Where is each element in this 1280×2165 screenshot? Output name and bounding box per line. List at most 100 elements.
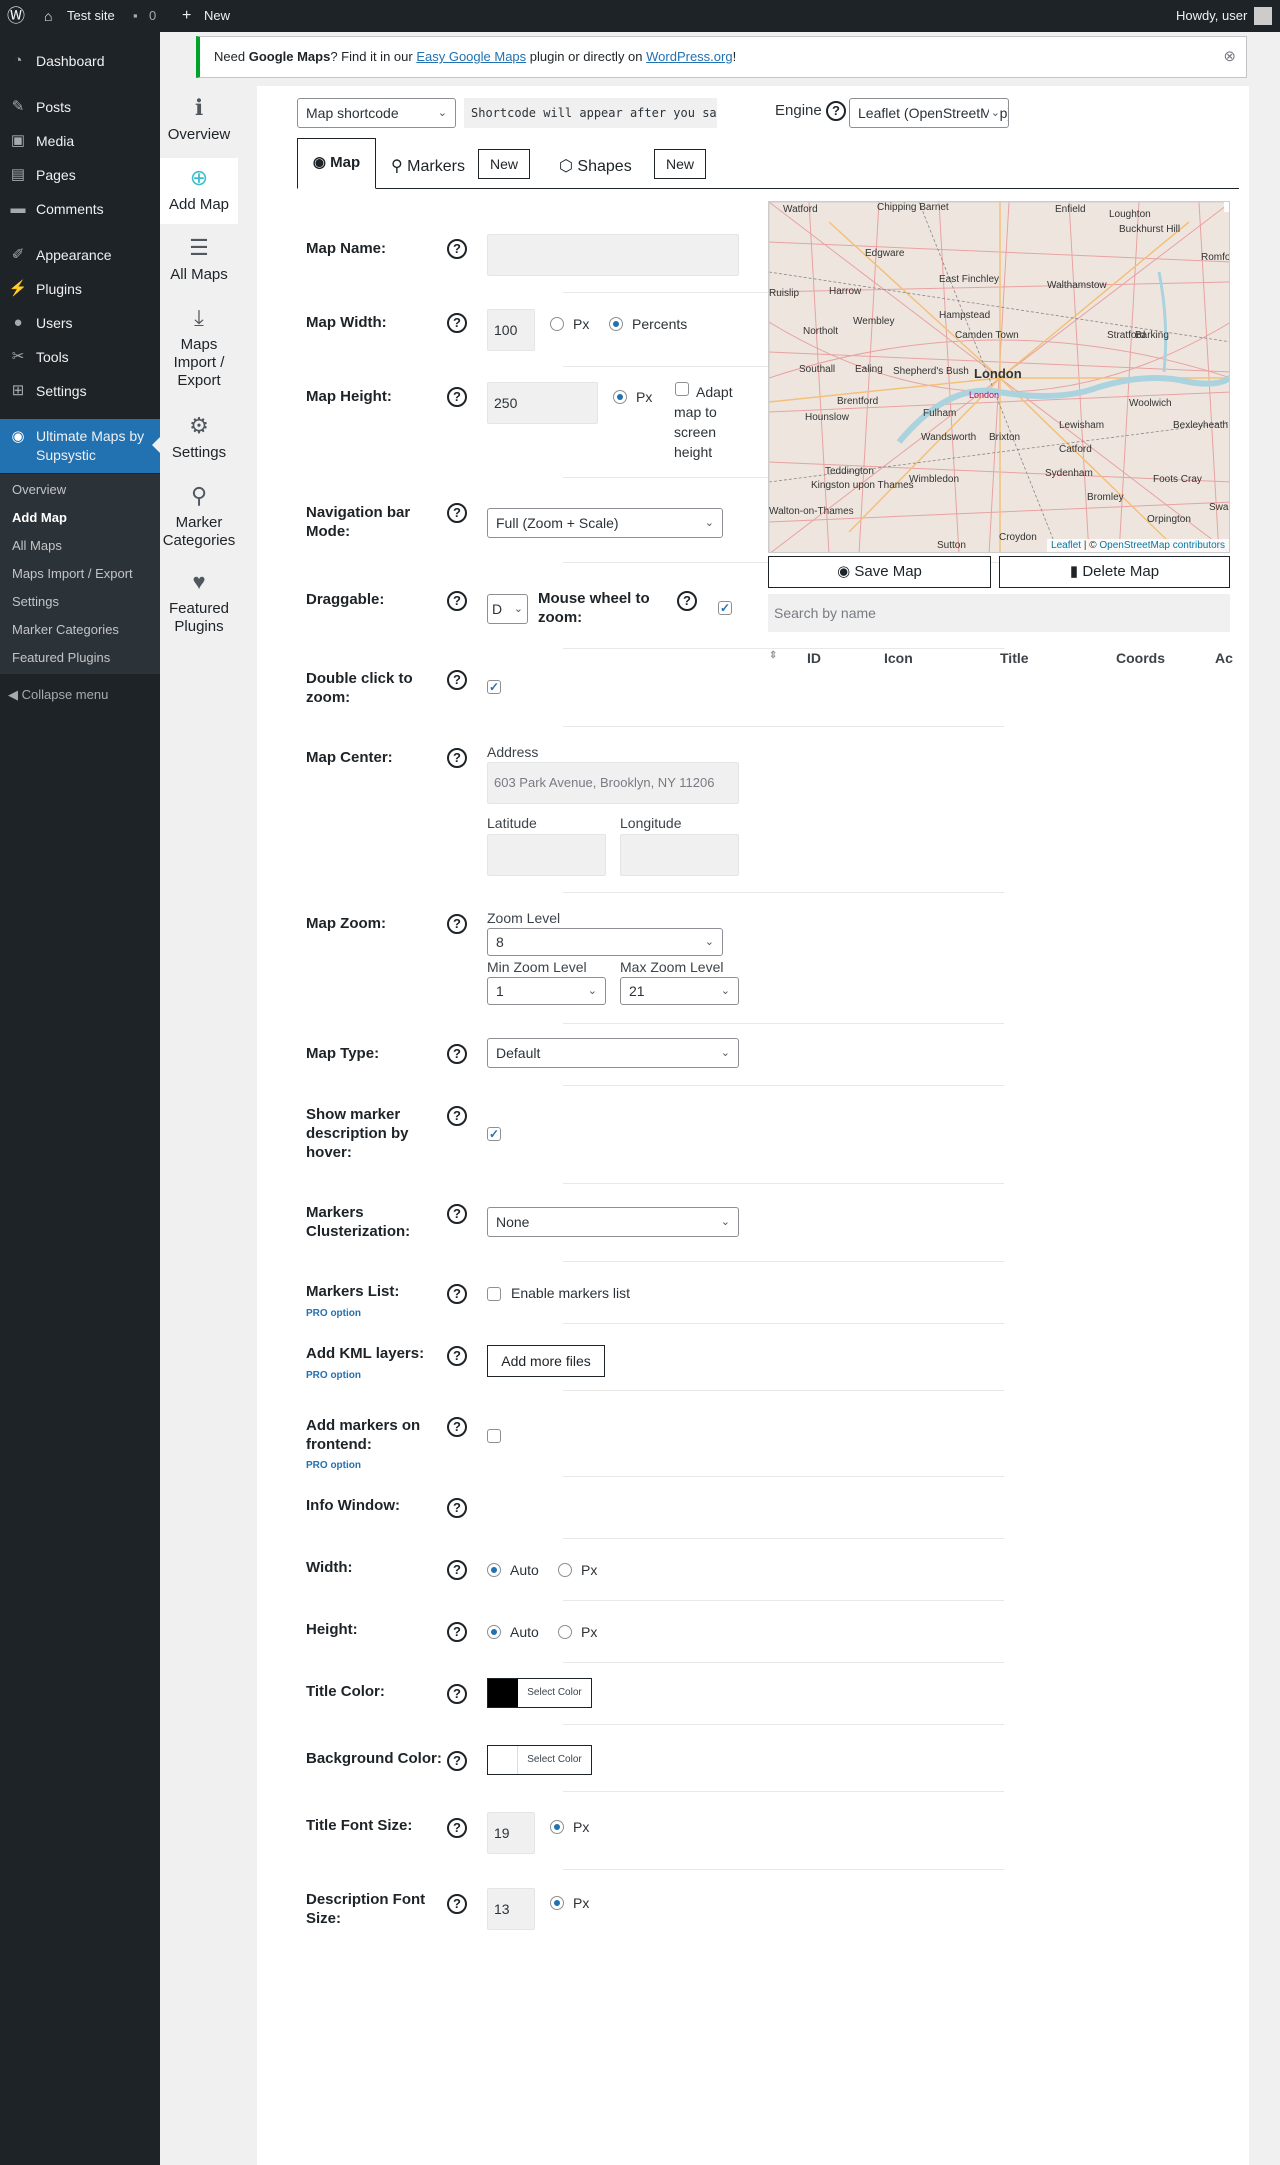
- comments-count[interactable]: 0: [149, 0, 156, 32]
- help-icon[interactable]: ?: [447, 1106, 467, 1126]
- collapse-menu[interactable]: ◀ Collapse menu: [8, 686, 108, 704]
- menu-item-tools[interactable]: ✂ Tools: [0, 340, 160, 374]
- col-icon[interactable]: Icon: [884, 650, 913, 666]
- easy-google-maps-link[interactable]: Easy Google Maps: [416, 49, 526, 64]
- submenu-featured-plugins[interactable]: Featured Plugins: [12, 649, 110, 667]
- search-markers-input[interactable]: Search by name: [768, 594, 1230, 632]
- sort-icon[interactable]: ⇕: [769, 650, 777, 661]
- pnav-add-map[interactable]: ⊕ Add Map: [160, 158, 238, 224]
- help-icon[interactable]: ?: [447, 503, 467, 523]
- help-icon[interactable]: ?: [447, 670, 467, 690]
- col-actions[interactable]: Ac: [1215, 650, 1233, 666]
- pnav-import-export[interactable]: ⤓ Maps Import / Export: [160, 306, 238, 398]
- iw-height-px-radio[interactable]: [558, 1625, 572, 1639]
- save-map-button[interactable]: ◉ Save Map: [768, 556, 991, 588]
- help-icon[interactable]: ?: [447, 1498, 467, 1518]
- shortcode-field[interactable]: Shortcode will appear after you save: [464, 98, 717, 128]
- help-icon[interactable]: ?: [447, 1684, 467, 1704]
- menu-item-posts[interactable]: ✎ Posts: [0, 90, 160, 124]
- help-icon[interactable]: ?: [447, 1622, 467, 1642]
- cluster-select[interactable]: None ⌄: [487, 1207, 739, 1237]
- menu-item-pages[interactable]: ▤ Pages: [0, 158, 160, 192]
- help-icon[interactable]: ?: [447, 1284, 467, 1304]
- map-name-input[interactable]: [487, 234, 739, 276]
- pnav-all-maps[interactable]: ☰ All Maps: [160, 236, 238, 294]
- pro-option-badge[interactable]: PRO option: [306, 1460, 361, 1471]
- help-icon[interactable]: ?: [447, 1346, 467, 1366]
- avatar[interactable]: [1254, 7, 1272, 25]
- desc-font-input[interactable]: 13: [487, 1888, 535, 1930]
- pnav-settings[interactable]: ⚙ Settings: [160, 414, 238, 472]
- bg-color-picker[interactable]: Select Color: [487, 1745, 592, 1775]
- submenu-marker-categories[interactable]: Marker Categories: [12, 621, 119, 639]
- new-shape-button[interactable]: New: [654, 149, 706, 179]
- width-px-radio[interactable]: [550, 317, 564, 331]
- title-font-input[interactable]: 19: [487, 1812, 535, 1854]
- help-icon[interactable]: ?: [447, 1560, 467, 1580]
- menu-item-media[interactable]: ▣ Media: [0, 124, 160, 158]
- submenu-overview[interactable]: Overview: [12, 481, 66, 499]
- site-name-link[interactable]: Test site: [67, 0, 115, 32]
- markers-list-checkbox[interactable]: [487, 1287, 501, 1301]
- menu-item-appearance[interactable]: ✐ Appearance: [0, 238, 160, 272]
- help-icon[interactable]: ?: [447, 1894, 467, 1914]
- add-kml-button[interactable]: Add more files: [487, 1345, 605, 1377]
- draggable-select[interactable]: D ⌄: [487, 594, 528, 624]
- map-height-input[interactable]: 250: [487, 382, 598, 424]
- delete-map-button[interactable]: ▮ Delete Map: [999, 556, 1230, 588]
- pro-option-badge[interactable]: PRO option: [306, 1308, 361, 1319]
- nav-mode-select[interactable]: Full (Zoom + Scale) ⌄: [487, 508, 723, 538]
- osm-link[interactable]: OpenStreetMap contributors: [1099, 540, 1225, 551]
- map-width-input[interactable]: 100: [487, 309, 535, 351]
- tab-shapes[interactable]: ⬡ Shapes: [559, 152, 632, 182]
- map-preview[interactable]: Watford Chipping Barnet Enfield Loughton Buc…: [768, 201, 1230, 553]
- pro-option-badge[interactable]: PRO option: [306, 1370, 361, 1381]
- help-icon[interactable]: ?: [447, 1044, 467, 1064]
- pnav-marker-categories[interactable]: ⚲ Marker Categories: [160, 484, 238, 558]
- height-px-radio[interactable]: [613, 390, 627, 404]
- iw-width-auto-radio[interactable]: [487, 1563, 501, 1577]
- wordpress-org-link[interactable]: WordPress.org: [646, 49, 732, 64]
- longitude-input[interactable]: [620, 834, 739, 876]
- dismiss-icon[interactable]: ⊗: [1223, 37, 1236, 77]
- title-color-picker[interactable]: Select Color: [487, 1678, 592, 1708]
- mouse-wheel-checkbox[interactable]: ✓: [718, 601, 732, 615]
- help-icon[interactable]: ?: [447, 313, 467, 333]
- wordpress-logo-icon[interactable]: Ⓦ: [7, 0, 25, 32]
- help-icon[interactable]: ?: [447, 591, 467, 611]
- help-icon[interactable]: ?: [447, 1417, 467, 1437]
- submenu-all-maps[interactable]: All Maps: [12, 537, 62, 555]
- max-zoom-select[interactable]: 21 ⌄: [620, 977, 739, 1005]
- menu-item-dashboard[interactable]: ◔ Dashboard: [0, 44, 160, 78]
- map-type-select[interactable]: Default ⌄: [487, 1038, 739, 1068]
- title-font-px-radio[interactable]: [550, 1820, 564, 1834]
- pnav-featured-plugins[interactable]: ♥ Featured Plugins: [160, 570, 238, 644]
- submenu-settings[interactable]: Settings: [12, 593, 59, 611]
- iw-height-auto-radio[interactable]: [487, 1625, 501, 1639]
- width-percents-radio[interactable]: [609, 317, 623, 331]
- help-icon[interactable]: ?: [447, 748, 467, 768]
- submenu-add-map[interactable]: Add Map: [12, 509, 67, 527]
- help-icon[interactable]: ?: [447, 1818, 467, 1838]
- min-zoom-select[interactable]: 1 ⌄: [487, 977, 606, 1005]
- zoom-level-select[interactable]: 8 ⌄: [487, 928, 723, 956]
- desc-font-px-radio[interactable]: [550, 1896, 564, 1910]
- frontend-checkbox[interactable]: [487, 1429, 501, 1443]
- pnav-overview[interactable]: ℹ Overview: [160, 96, 238, 154]
- help-icon[interactable]: ?: [447, 1204, 467, 1224]
- engine-select[interactable]: Leaflet (OpenStreetMap) ⌄: [849, 98, 1009, 128]
- tab-map[interactable]: ◉ Map: [297, 138, 376, 189]
- new-content-link[interactable]: New: [204, 0, 230, 32]
- submenu-import-export[interactable]: Maps Import / Export: [12, 565, 133, 583]
- menu-item-plugins[interactable]: ⚡ Plugins: [0, 272, 160, 306]
- col-coords[interactable]: Coords: [1116, 650, 1165, 666]
- help-icon[interactable]: ?: [447, 387, 467, 407]
- help-icon[interactable]: ?: [447, 914, 467, 934]
- col-id[interactable]: ID: [807, 650, 821, 666]
- latitude-input[interactable]: [487, 834, 606, 876]
- help-icon[interactable]: ?: [447, 1751, 467, 1771]
- iw-width-px-radio[interactable]: [558, 1563, 572, 1577]
- howdy-user[interactable]: Howdy, user: [1176, 0, 1247, 32]
- dblclick-checkbox[interactable]: ✓: [487, 680, 501, 694]
- new-marker-button[interactable]: New: [478, 149, 530, 179]
